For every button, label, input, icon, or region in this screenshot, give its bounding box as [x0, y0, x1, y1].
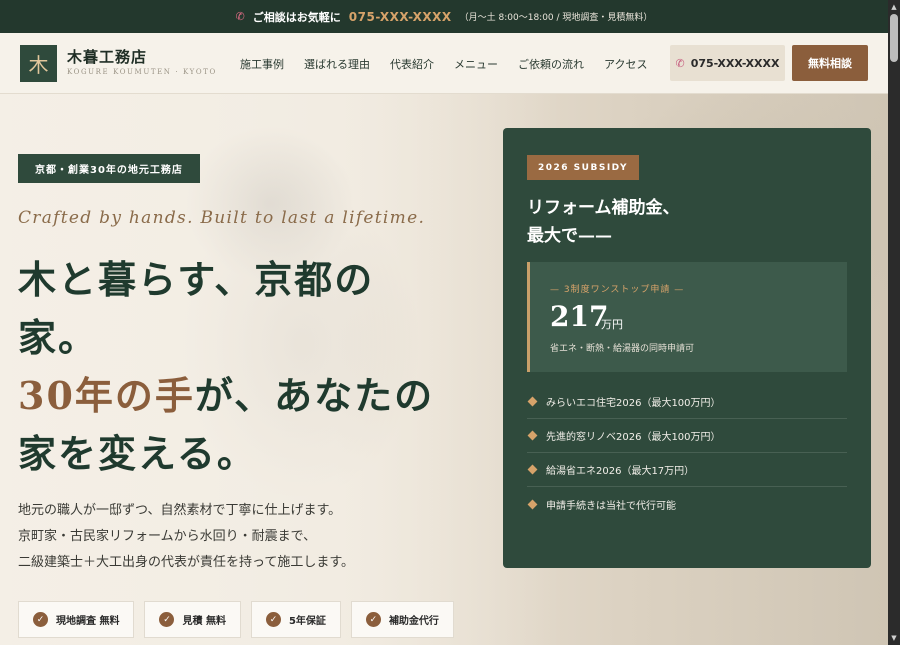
chip-label: 見積 無料 [182, 616, 226, 627]
business-hours: （月〜土 8:00〜18:00 / 現地調査・見積無料） [459, 13, 653, 23]
check-icon: ✓ [265, 612, 281, 627]
nav-item-flow[interactable]: ご依頼の流れ [518, 56, 584, 72]
list-item-label: 給湯省エネ2026（最大17万円） [546, 466, 695, 477]
nav-item-menu[interactable]: メニュー [454, 56, 498, 72]
diamond-bullet-icon [527, 499, 538, 509]
nav-item-reasons[interactable]: 選ばれる理由 [304, 56, 370, 72]
hero-tagline: Crafted by hands. Built to last a lifeti… [18, 208, 426, 228]
hero-headline: 木と暮らす、京都の家。 30年の手が、あなたの家を変える。 [18, 251, 448, 483]
check-icon: ✓ [159, 612, 175, 627]
headline-accent: 30年の手 [18, 373, 195, 418]
nav-item-works[interactable]: 施工事例 [240, 56, 284, 72]
phone-icon: ✆ [235, 10, 245, 23]
list-item-label: 先進的窓リノベ2026（最大100万円） [546, 432, 721, 443]
feature-chip: ✓ 現地調査 無料 [18, 601, 135, 638]
subsidy-title-line-2: 最大で—— [527, 226, 612, 246]
diamond-bullet-icon [527, 430, 538, 441]
top-phone-number[interactable]: 075-XXX-XXXX [349, 10, 452, 24]
list-item: 給湯省エネ2026（最大17万円） [527, 453, 847, 487]
desc-line-3: 二級建築士＋大工出身の代表が責任を持って施工します。 [18, 555, 355, 570]
phone-icon: ✆ [675, 56, 685, 70]
scroll-thumb[interactable] [890, 14, 898, 62]
chip-label: 補助金代行 [388, 616, 439, 627]
subsidy-box-caption: — 3制度ワンストップ申請 — [550, 285, 685, 295]
feature-chips: ✓ 現地調査 無料 ✓ 見積 無料 ✓ 5年保証 ✓ 補助金代行 [18, 601, 454, 638]
subsidy-amount-box: — 3制度ワンストップ申請 — 217 万円 省エネ・断熱・給湯器の同時申請可 [527, 262, 847, 372]
subsidy-title: リフォーム補助金、 最大で—— [527, 194, 680, 250]
hero-description: 地元の職人が一邸ずつ、自然素材で丁寧に仕上げます。 京町家・古民家リフォームから… [18, 498, 354, 576]
list-item: みらいエコ住宅2026（最大100万円） [527, 385, 847, 419]
subsidy-card: 2026 SUBSIDY リフォーム補助金、 最大で—— — 3制度ワンストップ… [503, 128, 871, 568]
logo-subtitle: KOGURE KOUMUTEN · KYOTO [67, 68, 217, 76]
page-scrollbar[interactable]: ▲ ▼ [888, 0, 900, 645]
list-item-label: みらいエコ住宅2026（最大100万円） [546, 398, 721, 409]
site-header: 木 木暮工務店 KOGURE KOUMUTEN · KYOTO 施工事例 選ばれ… [0, 33, 888, 94]
logo-name[interactable]: 木暮工務店 [67, 46, 147, 67]
desc-line-2: 京町家・古民家リフォームから水回り・耐震まで、 [18, 529, 317, 544]
nav-item-representative[interactable]: 代表紹介 [390, 56, 434, 72]
contact-lead-text: ご相談はお気軽に [252, 10, 341, 24]
headline-part-1: 木と暮らす、京都の家。 [18, 257, 375, 360]
chip-label: 5年保証 [288, 616, 326, 627]
subsidy-unit: 万円 [601, 318, 623, 331]
list-item-label: 申請手続きは当社で代行可能 [546, 500, 676, 512]
main-nav: 施工事例 選ばれる理由 代表紹介 メニュー ご依頼の流れ アクセス [240, 33, 647, 94]
list-item: 先進的窓リノベ2026（最大100万円） [527, 419, 847, 453]
chip-label: 現地調査 無料 [56, 616, 120, 627]
list-item: 申請手続きは当社で代行可能 [527, 487, 847, 521]
feature-chip: ✓ 見積 無料 [144, 601, 241, 638]
subsidy-amount: 217 [550, 300, 609, 333]
logo-mark[interactable]: 木 [20, 45, 57, 82]
scroll-down-arrow-icon[interactable]: ▼ [888, 631, 900, 645]
diamond-bullet-icon [527, 464, 538, 475]
subsidy-title-line-1: リフォーム補助金、 [527, 198, 680, 218]
diamond-bullet-icon [527, 396, 538, 407]
scroll-up-arrow-icon[interactable]: ▲ [888, 0, 900, 14]
header-phone-number: 075-XXX-XXXX [690, 56, 780, 70]
feature-chip: ✓ 補助金代行 [350, 601, 454, 638]
check-icon: ✓ [365, 612, 381, 627]
top-contact-bar: ✆ ご相談はお気軽に 075-XXX-XXXX （月〜土 8:00〜18:00 … [0, 0, 888, 33]
subsidy-list: みらいエコ住宅2026（最大100万円） 先進的窓リノベ2026（最大100万円… [527, 385, 847, 521]
hero-badge: 京都・創業30年の地元工務店 [18, 154, 200, 183]
subsidy-tag: 2026 SUBSIDY [527, 155, 639, 180]
desc-line-1: 地元の職人が一邸ずつ、自然素材で丁寧に仕上げます。 [18, 503, 342, 518]
free-consult-button[interactable]: 無料相談 [792, 45, 868, 81]
header-phone-button[interactable]: ✆ 075-XXX-XXXX [670, 45, 785, 81]
feature-chip: ✓ 5年保証 [250, 601, 341, 638]
nav-item-access[interactable]: アクセス [604, 56, 647, 72]
subsidy-note: 省エネ・断熱・給湯器の同時申請可 [550, 344, 695, 354]
check-icon: ✓ [33, 612, 48, 627]
